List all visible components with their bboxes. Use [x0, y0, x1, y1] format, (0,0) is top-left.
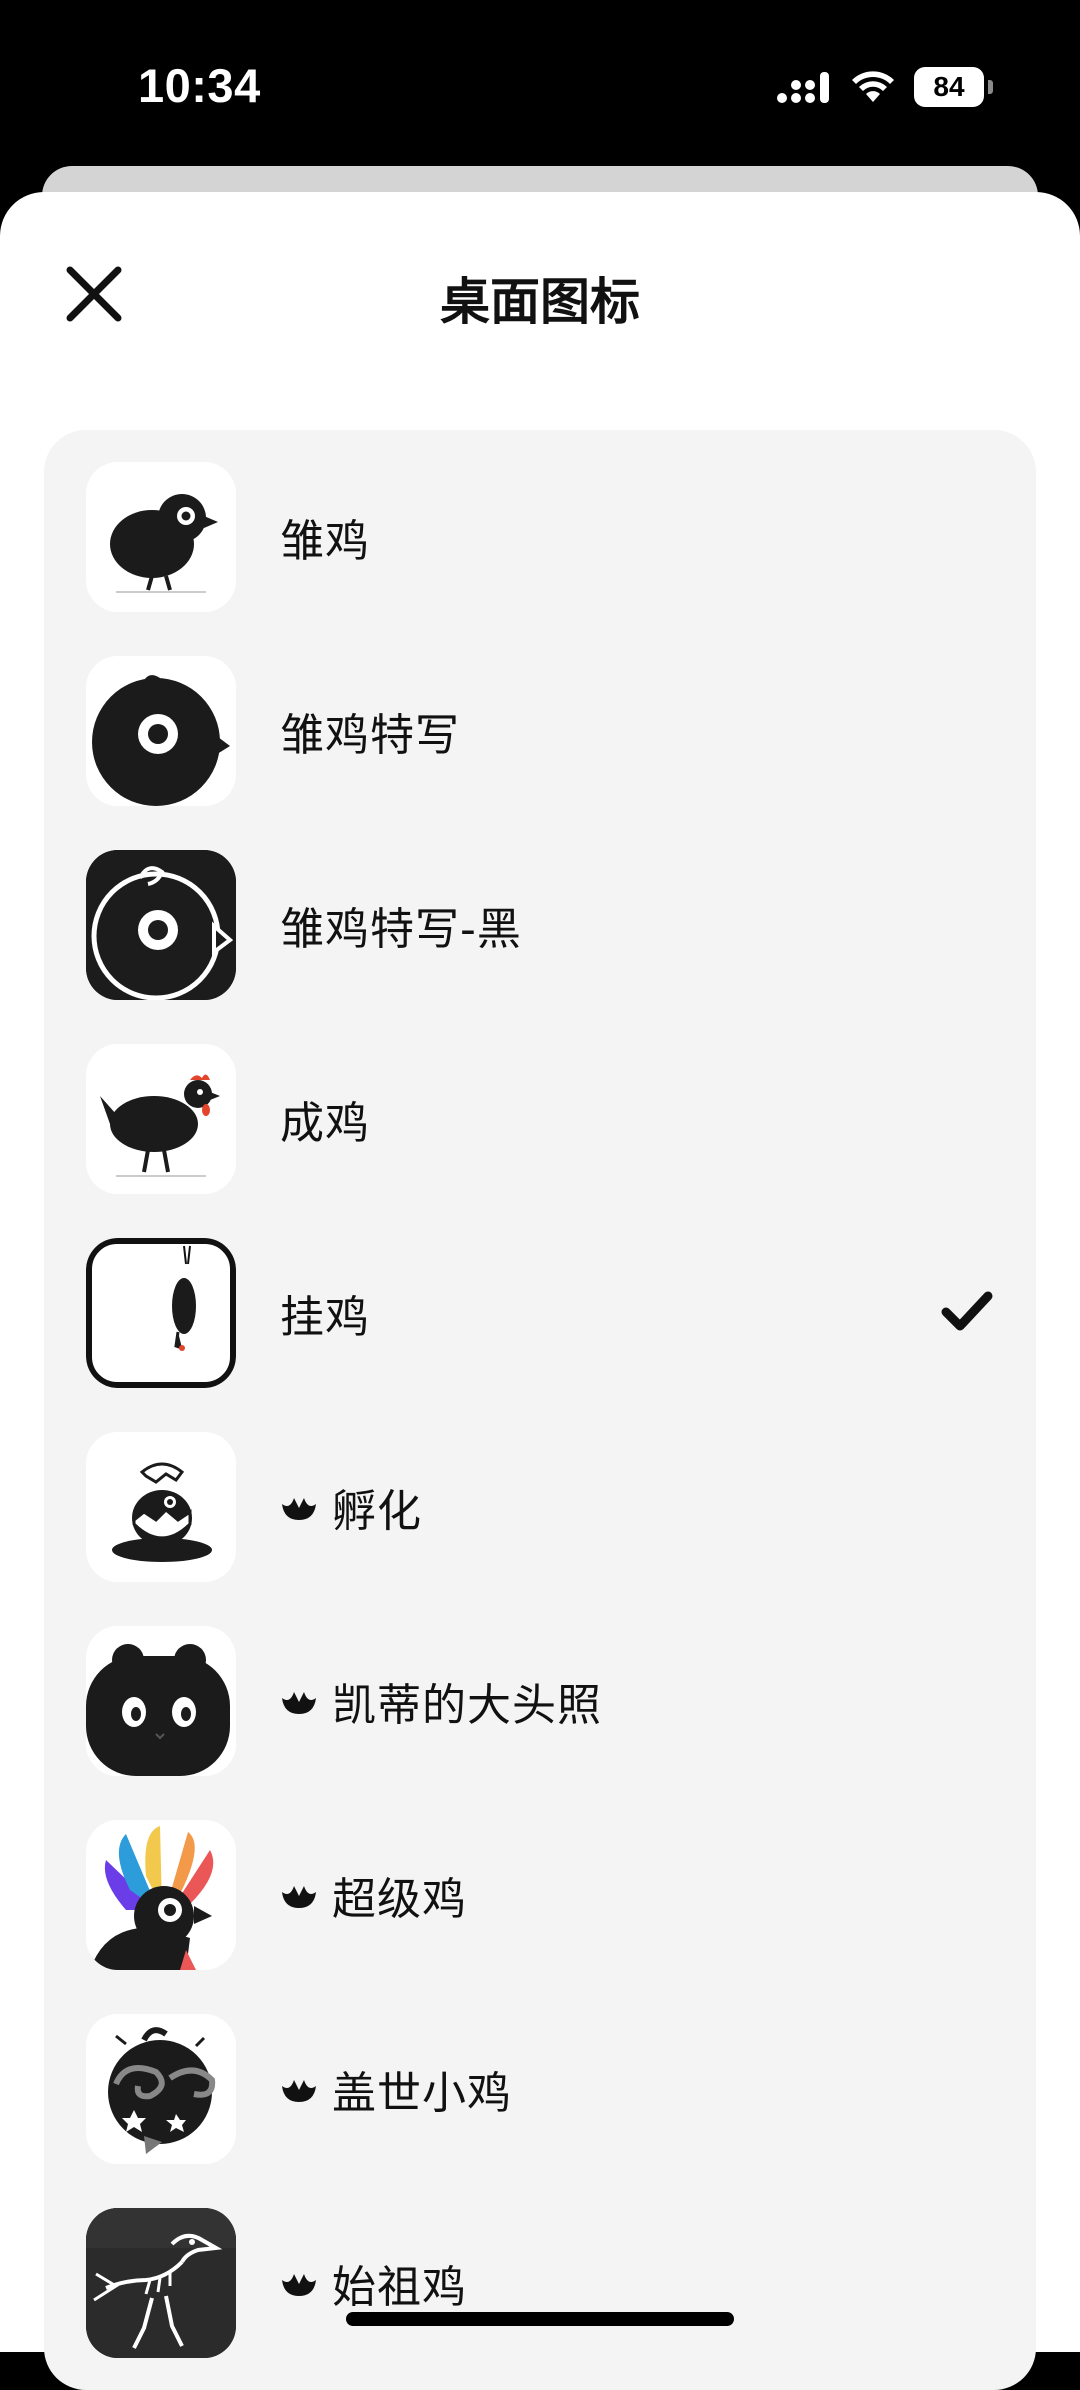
icon-list: 雏鸡 雏鸡特写 雏鸡特写-黑 成鸡 挂鸡 孵化 凯蒂的大头照 超级鸡 盖世小鸡 … [44, 430, 1036, 2390]
list-item-label-wrap: 孵化 [280, 1414, 422, 1600]
list-item[interactable]: 凯蒂的大头照 [44, 1608, 1036, 1802]
crown-icon [282, 2274, 316, 2296]
list-item[interactable]: 始祖鸡 [44, 2190, 1036, 2384]
super-chicken-icon [86, 1820, 236, 1970]
list-item-label-wrap: 挂鸡 [280, 1220, 370, 1406]
crown-icon [282, 2080, 316, 2102]
list-item[interactable]: 成鸡 [44, 1026, 1036, 1220]
list-item-label: 雏鸡特写 [280, 710, 460, 761]
fossil-bird-icon [86, 2208, 236, 2358]
list-item-label: 成鸡 [280, 1098, 370, 1149]
crown-icon [282, 1886, 316, 1908]
chick-icon [86, 462, 236, 612]
battery-level: 84 [933, 71, 965, 102]
hen-icon [86, 1044, 236, 1194]
crown-icon [282, 1692, 316, 1714]
checkmark-icon [941, 1291, 993, 1331]
list-item-label: 超级鸡 [332, 1874, 467, 1925]
dizzy-chick-icon [86, 2014, 236, 2164]
status-time: 10:34 [138, 59, 261, 112]
list-item-label: 凯蒂的大头照 [332, 1680, 602, 1731]
list-item[interactable]: 盖世小鸡 [44, 1996, 1036, 2190]
list-item-label-wrap: 凯蒂的大头照 [280, 1608, 602, 1794]
list-item[interactable]: 雏鸡特写-黑 [44, 832, 1036, 1026]
chick-closeup-icon [86, 656, 236, 806]
list-item-label: 雏鸡 [280, 516, 370, 567]
battery-icon: 84 [914, 67, 993, 107]
list-item-label-wrap: 雏鸡特写 [280, 638, 460, 824]
list-item-label-wrap: 成鸡 [280, 1026, 370, 1212]
list-item-label: 孵化 [332, 1486, 422, 1537]
crown-icon [282, 1498, 316, 1520]
list-item-label-wrap: 盖世小鸡 [280, 1996, 512, 2182]
home-indicator [346, 2312, 734, 2326]
list-item-label: 盖世小鸡 [332, 2068, 512, 2119]
wifi-icon [852, 71, 894, 102]
hatching-icon [86, 1432, 236, 1582]
list-item-label-wrap: 始祖鸡 [280, 2190, 467, 2376]
list-item[interactable]: 超级鸡 [44, 1802, 1036, 1996]
list-item-label-wrap: 雏鸡特写-黑 [280, 832, 522, 1018]
page-title: 桌面图标 [440, 273, 640, 331]
bear-head-icon [86, 1626, 236, 1776]
list-item[interactable]: 雏鸡特写 [44, 638, 1036, 832]
status-icons: 84 [776, 64, 993, 110]
hanging-chicken-icon [86, 1238, 236, 1388]
list-item[interactable]: 挂鸡 [44, 1220, 1036, 1414]
list-item-label-wrap: 超级鸡 [280, 1802, 467, 1988]
list-item-label-wrap: 雏鸡 [280, 444, 370, 630]
list-item-label: 始祖鸡 [332, 2262, 467, 2313]
chick-closeup-dark-icon [86, 850, 236, 1000]
list-item[interactable]: 孵化 [44, 1414, 1036, 1608]
list-item-label: 挂鸡 [280, 1292, 370, 1343]
list-item-label: 雏鸡特写-黑 [280, 904, 522, 955]
status-bar: 10:34 84 [0, 0, 1080, 165]
list-item[interactable]: 雏鸡 [44, 444, 1036, 638]
signal-icon [777, 72, 829, 103]
